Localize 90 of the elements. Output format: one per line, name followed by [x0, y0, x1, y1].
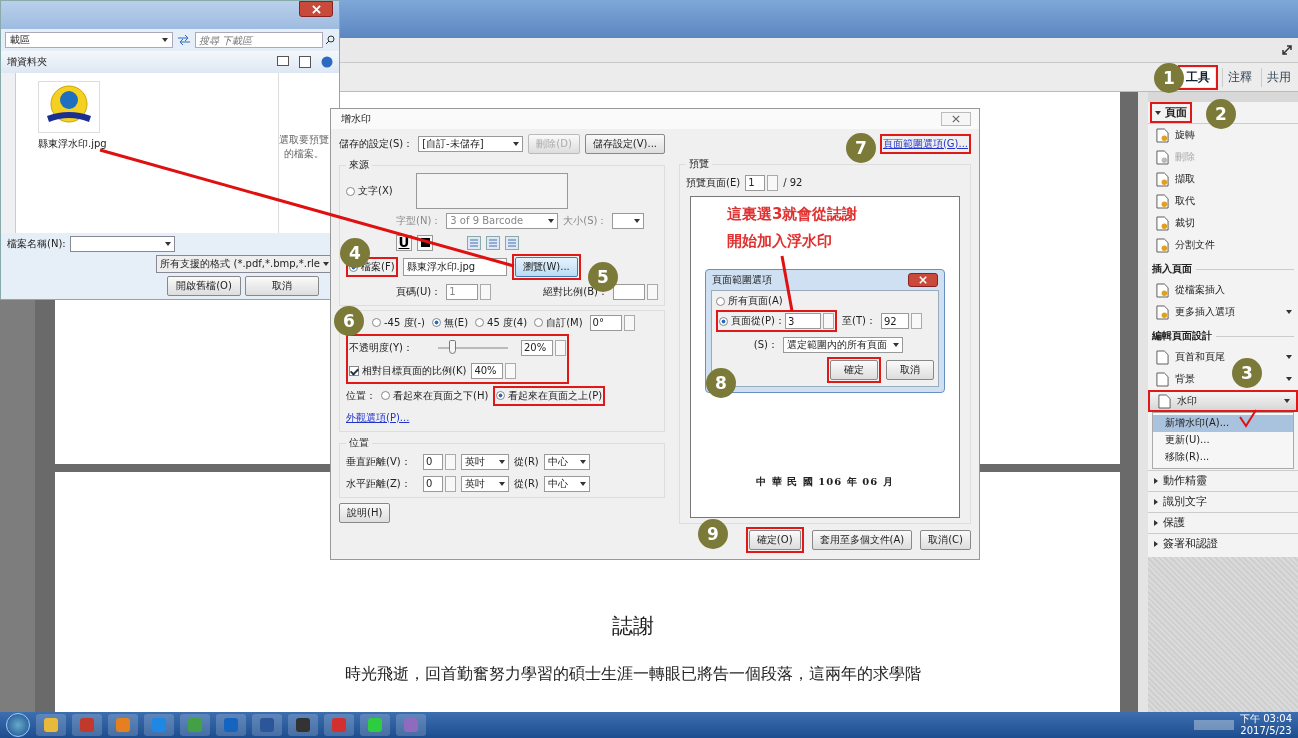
appearance-options-link[interactable]: 外觀選項(P)... — [346, 410, 410, 425]
subset-dropdown[interactable]: 選定範圍內的所有頁面 — [783, 336, 903, 353]
page-heading: 誌謝 — [611, 613, 654, 640]
tool-item[interactable]: 擷取 — [1156, 171, 1195, 187]
tab[interactable]: 工具 — [1181, 67, 1215, 87]
tool-item[interactable]: 取代 — [1156, 193, 1195, 209]
address-field[interactable]: 載區 — [5, 32, 173, 48]
dialog-title: 增水印 — [341, 112, 371, 126]
unit-dropdown[interactable]: 英吋 — [461, 453, 509, 470]
radio-option[interactable]: 看起來在頁面之上(P) — [496, 388, 603, 403]
annotation-text: 這裏選3就會從誌謝 — [727, 205, 858, 224]
tab[interactable]: 共用 — [1261, 67, 1296, 87]
tool-item[interactable]: 背景 — [1156, 371, 1195, 387]
page-range-link[interactable]: 頁面範圍選項(G)... — [882, 136, 968, 151]
field-label: 不透明度(Y)： — [349, 340, 414, 355]
radio-option[interactable]: 所有頁面(A) — [716, 294, 934, 308]
radio-option[interactable]: 自訂(M) — [534, 315, 583, 330]
section-title: 保護 — [1163, 515, 1185, 530]
field-label: 至(T)： — [842, 314, 876, 328]
file-name[interactable]: 縣東浮水印.jpg — [38, 137, 107, 151]
preview-hint: 選取要預覽的檔案。 — [278, 73, 329, 233]
dialog-button[interactable]: 開啟舊檔(O) — [167, 276, 241, 296]
tool-item[interactable]: 旋轉 — [1156, 127, 1195, 143]
field-label: (S)： — [752, 337, 778, 352]
section-header[interactable]: 簽署和認證 — [1148, 533, 1298, 553]
field-label: 大小(S)： — [563, 213, 608, 228]
group-heading: 位置 — [348, 436, 370, 450]
preview-text: 中 華 民 國 106 年 06 月 — [756, 475, 894, 489]
section-header[interactable]: 頁面 — [1153, 105, 1189, 120]
field-label: 頁碼(U)： — [396, 284, 442, 299]
menu-item[interactable]: 新增水印(A)... — [1153, 415, 1293, 432]
dialog-button[interactable]: 取消(C) — [920, 530, 971, 550]
tool-item[interactable]: 分割文件 — [1156, 237, 1215, 253]
save-settings-button[interactable]: 儲存設定(V)... — [584, 133, 665, 154]
field-label: 垂直距離(V)： — [346, 454, 412, 469]
field-label: 水平距離(Z)： — [346, 476, 412, 491]
file-path-field[interactable]: 縣東浮水印.jpg — [402, 258, 507, 276]
radio-option[interactable]: 文字(X) — [346, 184, 393, 198]
radio-option[interactable]: 頁面從(P)： — [719, 314, 781, 328]
clock-time: 下午 03:04 — [1240, 713, 1292, 725]
radio-option[interactable]: 45 度(4) — [475, 315, 528, 330]
dialog-button[interactable]: 套用至多個文件(A) — [811, 530, 913, 550]
field-label: 字型(N)： — [396, 213, 442, 228]
filetype-dropdown[interactable]: 所有支援的格式 (*.pdf,*.bmp,*.rle — [156, 255, 333, 273]
help-button[interactable]: 說明(H) — [339, 502, 391, 523]
field-label: 從(R) — [514, 476, 539, 491]
group-heading: 來源 — [348, 158, 370, 172]
radio-option[interactable]: -45 度(-) — [372, 315, 425, 330]
dialog-button[interactable]: 確定 — [830, 360, 878, 380]
menu-item[interactable]: 移除(R)... — [1153, 449, 1293, 466]
unit-dropdown[interactable]: 英吋 — [461, 475, 509, 492]
checkbox-option[interactable]: 相對目標頁面的比例(K) — [349, 363, 467, 378]
font-dropdown[interactable]: 3 of 9 Barcode — [446, 212, 559, 229]
section-header[interactable]: 保護 — [1148, 512, 1298, 532]
section-title: 簽署和認證 — [1163, 536, 1218, 551]
clock-date: 2017/5/23 — [1240, 725, 1292, 737]
dialog-title: 頁面範圍選項 — [712, 273, 772, 287]
radio-option[interactable]: 無(E) — [431, 315, 469, 330]
group-heading: 編輯頁面設計 — [1152, 329, 1212, 343]
menu-item[interactable]: 更新(U)... — [1153, 432, 1293, 449]
browse-button[interactable]: 瀏覽(W)... — [514, 257, 578, 277]
group-heading: 預覽 — [688, 157, 710, 171]
tool-item[interactable]: 從檔案插入 — [1156, 282, 1225, 298]
field-label: 從(R) — [514, 454, 539, 469]
section-header[interactable]: 識別文字 — [1148, 491, 1298, 511]
section-header[interactable]: 動作精靈 — [1148, 470, 1298, 490]
dialog-button[interactable]: 取消 — [886, 360, 934, 380]
toolbar-button[interactable]: 增資料夾 — [7, 55, 47, 69]
dialog-button[interactable]: 確定(O) — [748, 530, 801, 550]
group-heading: 插入頁面 — [1152, 262, 1192, 276]
search-field[interactable]: 搜尋 下載區 — [195, 32, 323, 48]
field-label: 檔案名稱(N): — [7, 237, 66, 251]
tool-item[interactable]: 水印 — [1158, 393, 1197, 409]
annotation-text: 開始加入浮水印 — [727, 232, 833, 251]
paragraph: 時光飛逝，回首勤奮努力學習的碩士生涯一轉眼已將告一個段落，這兩年的求學階 — [344, 664, 921, 685]
field-label: 儲存的設定(S)： — [339, 136, 414, 151]
tab[interactable]: 注釋 — [1222, 67, 1257, 87]
section-title: 識別文字 — [1163, 494, 1207, 509]
anchor-dropdown[interactable]: 中心 — [543, 475, 590, 492]
section-title: 動作精靈 — [1163, 473, 1207, 488]
anchor-dropdown[interactable]: 中心 — [543, 453, 590, 470]
settings-dropdown[interactable]: [自訂-未儲存] — [418, 135, 524, 152]
radio-option[interactable]: 看起來在頁面之下(H) — [381, 388, 489, 403]
tool-item[interactable]: 頁首和頁尾 — [1156, 349, 1225, 365]
page-total: / 92 — [783, 177, 803, 188]
field-label: 預覽頁面(E) — [686, 175, 741, 190]
tool-item[interactable]: 更多插入選項 — [1156, 304, 1235, 320]
tool-item[interactable]: 裁切 — [1156, 215, 1195, 231]
field-label: 位置： — [346, 388, 376, 403]
dialog-button[interactable]: 取消 — [245, 276, 319, 296]
